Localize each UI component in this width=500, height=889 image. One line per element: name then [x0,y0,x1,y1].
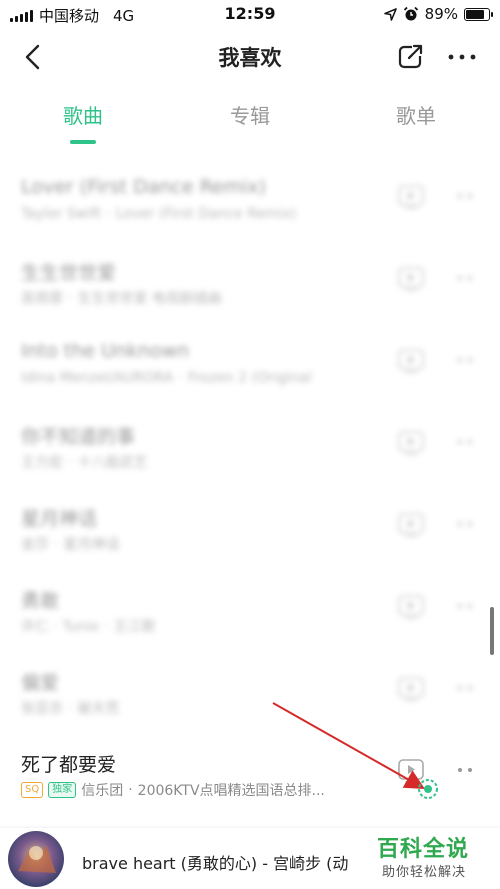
song-title: 死了都要爱 [21,754,117,776]
tab-playlists[interactable]: 歌单 [356,100,476,129]
status-bar: 中国移动 4G 12:59 89% [0,0,500,28]
song-album: Frozen 2 (Original [187,370,312,386]
watermark-title: 百科全说 [377,837,470,862]
song-artist: 金莎 [21,537,49,553]
song-album: 十八般武艺 [77,455,148,471]
mv-play-icon[interactable] [397,266,425,292]
mv-play-icon[interactable] [397,430,425,456]
tab-albums-label: 专辑 [230,104,270,128]
song-row[interactable]: 你不知道的事 王力宏 · 十八般武艺 [0,394,500,476]
song-title: 勇敢 [21,590,60,612]
song-artist: 许仁 · Tunio [21,619,99,635]
song-meta: Taylor Swift · Lover (First Dance Remix) [21,206,296,222]
song-more-icon[interactable] [452,352,478,368]
song-artist: Taylor Swift [21,206,102,222]
meta-separator: · [68,700,73,716]
song-artist: 吴雨霏 [21,291,63,307]
song-row[interactable]: 生生世世爱 吴雨霏 · 生生世世爱 电视剧插曲 [0,230,500,312]
song-meta: 金莎 · 星月神话 [21,534,119,554]
meta-separator: · [178,370,183,386]
song-meta: 吴雨霏 · 生生世世爱 电视剧插曲 [21,288,222,308]
song-more-icon[interactable] [452,188,478,204]
meta-separator: · [103,618,109,634]
song-meta: 王力宏 · 十八般武艺 [21,452,147,472]
song-album: 生生世世爱 电视剧插曲 [77,291,222,307]
more-options-icon[interactable] [445,42,479,72]
meta-separator: · [68,454,73,470]
song-row[interactable]: 星月神话 金莎 · 星月神话 [0,476,500,558]
song-meta: SQ 独家 信乐团 · 2006KTV点唱精选国语总排... [21,780,325,800]
song-meta: 张芸京 · 破天荒 [21,698,119,718]
song-list: Lover (First Dance Remix) Taylor Swift ·… [0,146,500,828]
now-playing-title: brave heart (勇敢的心) - 宫崎步 (动 [82,854,349,873]
song-more-icon[interactable] [452,270,478,286]
song-more-icon[interactable] [452,434,478,450]
song-more-icon[interactable] [452,762,478,778]
tab-songs[interactable]: 歌曲 [23,100,143,144]
song-title: Lover (First Dance Remix) [21,176,267,198]
scrollbar[interactable] [490,607,494,655]
song-title: 星月神话 [21,508,98,530]
mv-play-icon[interactable] [397,348,425,374]
share-icon[interactable] [396,42,426,72]
mv-play-icon[interactable] [397,758,425,784]
song-row[interactable]: Lover (First Dance Remix) Taylor Swift ·… [0,148,500,230]
mv-play-icon[interactable] [397,676,425,702]
tab-albums[interactable]: 专辑 [190,100,310,129]
tab-playlists-label: 歌单 [396,104,436,128]
meta-separator: · [128,782,133,798]
song-more-icon[interactable] [452,680,478,696]
song-album: Lover (First Dance Remix) [115,206,297,222]
tab-songs-label: 歌曲 [63,104,103,128]
song-more-icon[interactable] [452,516,478,532]
song-title: 你不知道的事 [21,426,136,448]
sq-badge: SQ [21,782,44,798]
song-row[interactable]: Into the Unknown Idina Menzel/AURORA · F… [0,312,500,394]
battery-percent: 89% [424,5,458,23]
location-arrow-icon [383,7,397,21]
song-title: 偏爱 [21,672,60,694]
status-right: 89% [383,5,493,23]
mv-play-icon[interactable] [397,594,425,620]
tab-bar: 歌曲 专辑 歌单 [0,88,500,146]
meta-separator: · [106,206,111,222]
song-row[interactable]: 勇敢 许仁 · Tunio · 王江歌 [0,558,500,640]
song-meta: 许仁 · Tunio · 王江歌 [21,616,155,636]
song-row[interactable]: 死了都要爱 SQ 独家 信乐团 · 2006KTV点唱精选国语总排... [0,722,500,804]
song-album: 2006KTV点唱精选国语总排... [137,783,325,799]
watermark: 百科全说 助你轻松解决 [365,828,500,889]
alarm-icon [403,6,418,21]
song-artist: 王力宏 [21,455,63,471]
meta-separator: · [54,536,59,552]
song-title: Into the Unknown [21,340,190,362]
song-album: 星月神话 [63,537,120,553]
song-title: 生生世世爱 [21,262,117,284]
song-row[interactable]: 偏爱 张芸京 · 破天荒 [0,640,500,722]
mv-play-icon[interactable] [397,184,425,210]
nav-bar: 我喜欢 [0,28,500,86]
battery-icon [464,7,493,21]
tab-indicator [70,140,96,144]
exclusive-badge: 独家 [48,782,77,798]
cover-art [8,831,64,887]
meta-separator: · [68,290,73,306]
song-artist: 信乐团 [81,783,124,799]
song-meta: Idina Menzel/AURORA · Frozen 2 (Original [21,370,312,386]
song-artist: Idina Menzel/AURORA [21,370,174,386]
album-cover[interactable] [8,831,64,887]
watermark-subtitle: 助你轻松解决 [382,865,467,880]
song-artist: 张芸京 [21,701,63,717]
song-more-icon[interactable] [452,598,478,614]
song-album: 王江歌 [113,619,156,635]
mv-play-icon[interactable] [397,512,425,538]
song-album: 破天荒 [77,701,120,717]
